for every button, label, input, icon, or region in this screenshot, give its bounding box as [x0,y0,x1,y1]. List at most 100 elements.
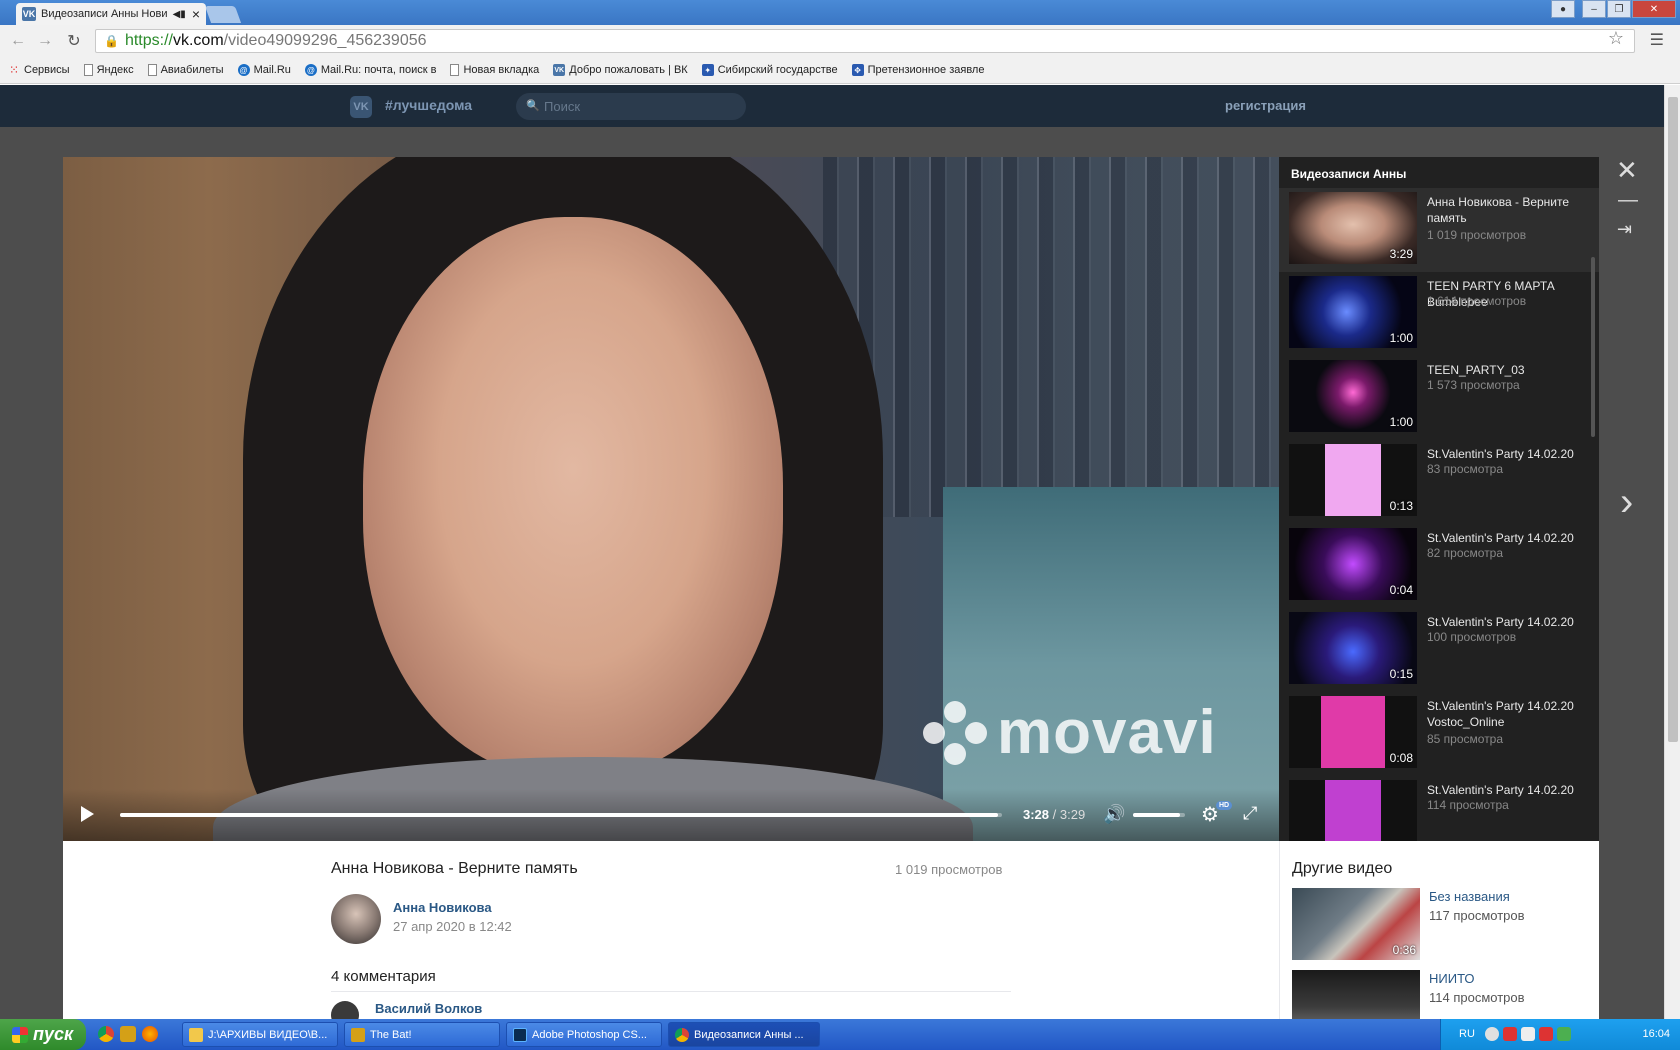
address-bar[interactable]: 🔒 https://vk.com/video49099296_456239056 [95,29,1635,53]
other-video-title[interactable]: НИИТО [1429,971,1475,986]
tray-arrow-icon[interactable] [1485,1027,1499,1041]
playlist-thumbnail[interactable]: 0:13 [1289,444,1417,516]
other-video-thumbnail[interactable] [1292,970,1420,1019]
playlist-item-title[interactable]: St.Valentin's Party 14.02.20 [1427,614,1587,630]
hd-badge: HD [1216,801,1233,810]
maximize-button[interactable]: ❐ [1607,0,1631,18]
playlist-item-title[interactable]: St.Valentin's Party 14.02.20 [1427,446,1587,462]
minimize-player-icon[interactable]: — [1618,189,1638,212]
chrome-icon[interactable] [98,1026,114,1042]
start-button[interactable]: пуск [0,1019,86,1050]
tray-app-icon[interactable] [1557,1027,1571,1041]
playlist-thumbnail[interactable]: 0:04 [1289,528,1417,600]
bookmark-mailru[interactable]: @ Mail.Ru [237,64,291,76]
bookmark-mailru-mail[interactable]: @ Mail.Ru: почта, поиск в [304,64,436,76]
vk-hashtag[interactable]: #лучшедома [385,97,472,113]
vk-logo-icon[interactable]: VK [350,96,372,118]
playlist-item[interactable]: 0:08 St.Valentin's Party 14.02.20 Vostoc_… [1279,692,1599,776]
bookmark-new-tab[interactable]: Новая вкладка [450,64,539,76]
video-frame-city [823,157,1279,517]
page-viewport: VK #лучшедома 🔍 Поиск регистрация movavi… [0,85,1664,1019]
playlist-item[interactable]: St.Valentin's Party 14.02.20 114 просмотр… [1279,776,1599,841]
firefox-icon[interactable] [142,1026,158,1042]
duration-label: 1:00 [1389,415,1413,429]
playlist-item-title[interactable]: St.Valentin's Party 14.02.20 [1427,530,1587,546]
back-arrow-icon[interactable]: ← [8,31,28,51]
playlist-thumbnail[interactable]: 1:00 [1289,360,1417,432]
url-scheme: https:// [124,32,173,49]
duration-label: 0:08 [1389,751,1413,765]
author-name-link[interactable]: Анна Новикова [393,900,492,915]
playlist-thumbnail[interactable] [1289,780,1417,841]
tray-network-icon[interactable] [1539,1027,1553,1041]
task-explorer[interactable]: J:\АРХИВЫ ВИДЕО\В... [182,1022,338,1047]
scrollbar-thumb[interactable] [1668,97,1678,742]
playlist-item-title[interactable]: St.Valentin's Party 14.02.20 [1427,782,1587,798]
playlist-item[interactable]: 0:04 St.Valentin's Party 14.02.20 82 просм… [1279,524,1599,608]
playlist-item-views: 1 573 просмотра [1427,378,1520,392]
commenter-name-link[interactable]: Василий Волков [375,1001,482,1016]
browser-menu-icon[interactable]: ☰ [1650,30,1664,50]
other-video-views: 117 просмотров [1429,908,1525,923]
tray-volume-icon[interactable] [1521,1027,1535,1041]
playlist-item[interactable]: 0:15 St.Valentin's Party 14.02.20 100 прос… [1279,608,1599,692]
system-tray: RU 16:04 [1440,1019,1680,1050]
other-video-title[interactable]: Без названия [1429,889,1510,904]
tab-close-icon[interactable]: × [192,6,200,22]
minimize-button[interactable]: – [1582,0,1606,18]
playlist-item-title[interactable]: St.Valentin's Party 14.02.20 Vostoc_Onli… [1427,698,1587,730]
playlist-scrollbar[interactable] [1591,257,1595,437]
duration-label: 0:15 [1389,667,1413,681]
reload-icon[interactable]: ↻ [64,31,84,51]
playlist-thumbnail[interactable]: 1:00 [1289,276,1417,348]
bookmark-claim[interactable]: ✥ Претензионное заявле [851,64,984,76]
video-player[interactable]: movavi 3:28 / 3:29 🔊 ⚙ HD ⤢ [63,157,1279,841]
playlist-item[interactable]: 3:29 Анна Новикова - Верните память 1 019 … [1279,188,1599,272]
author-avatar[interactable] [331,894,381,944]
playlist-item[interactable]: 1:00 TEEN PARTY 6 МАРТА Bumblebee 1 614 пр… [1279,272,1599,356]
playlist-thumbnail[interactable]: 0:15 [1289,612,1417,684]
commenter-avatar[interactable] [331,1001,359,1019]
thebat-icon[interactable] [120,1026,136,1042]
bookmark-avia[interactable]: Авиабилеты [147,64,224,76]
search-icon: 🔍 [526,100,540,112]
browser-tab-active[interactable]: VK Видеозаписи Анны Нови ◀▮ × [16,3,206,25]
language-indicator[interactable]: RU [1459,1028,1475,1040]
new-tab-button[interactable] [204,6,242,23]
playlist-thumbnail[interactable]: 3:29 [1289,192,1417,264]
collapse-playlist-icon[interactable]: ⇥ [1617,219,1632,240]
vk-search-input[interactable]: 🔍 Поиск [516,93,746,120]
task-chrome-vk[interactable]: Видеозаписи Анны ... [668,1022,820,1047]
playlist-item-title[interactable]: TEEN_PARTY_03 [1427,362,1587,378]
next-video-chevron-icon[interactable]: › [1620,480,1633,525]
fullscreen-icon[interactable]: ⤢ [1243,803,1257,824]
page-scrollbar[interactable] [1664,85,1680,1019]
window-close-button[interactable]: ✕ [1632,0,1676,18]
volume-icon[interactable]: 🔊 [1103,804,1125,825]
playlist-item[interactable]: 1:00 TEEN_PARTY_03 1 573 просмотра [1279,356,1599,440]
bookmark-vk[interactable]: VK Добро пожаловать | ВК [553,64,688,76]
bookmark-star-icon[interactable]: ☆ [1608,28,1624,49]
close-icon[interactable]: ✕ [1616,155,1638,186]
task-thebat[interactable]: The Bat! [344,1022,500,1047]
bookmark-sibgu[interactable]: ✦ Сибирский государстве [701,64,838,76]
progress-bar[interactable] [120,813,1002,817]
other-video-thumbnail[interactable]: 0:36 [1292,888,1420,960]
playlist-item-title[interactable]: Анна Новикова - Верните память [1427,194,1587,226]
bookmark-services[interactable]: ⁙ Сервисы [8,63,70,77]
register-link[interactable]: регистрация [1225,98,1306,113]
movavi-logo-icon [923,700,987,765]
bookmark-yandex[interactable]: Яндекс [83,64,134,76]
play-icon[interactable] [81,806,94,822]
tray-shield-icon[interactable] [1503,1027,1517,1041]
volume-slider[interactable] [1133,813,1185,817]
forward-arrow-icon[interactable]: → [35,31,55,51]
other-video-views: 114 просмотров [1429,990,1525,1005]
profile-icon[interactable]: ● [1551,0,1575,18]
playlist-item[interactable]: 0:13 St.Valentin's Party 14.02.20 83 просм… [1279,440,1599,524]
task-photoshop[interactable]: Adobe Photoshop CS... [506,1022,662,1047]
url-host: vk.com [172,32,224,49]
windows-flag-icon [12,1026,28,1043]
playlist-thumbnail[interactable]: 0:08 [1289,696,1417,768]
page-icon [83,64,93,76]
